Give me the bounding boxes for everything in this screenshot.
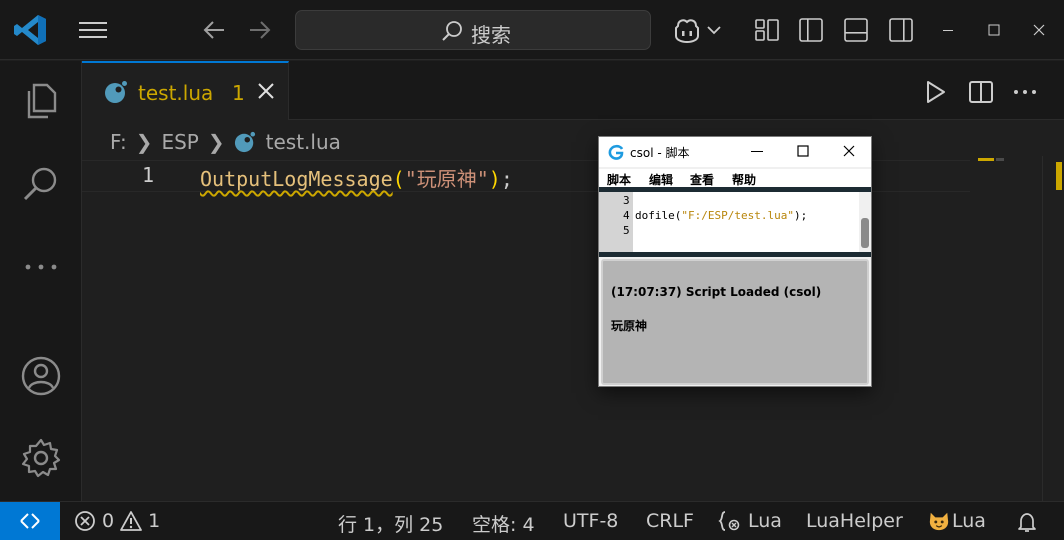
run-icon[interactable] [922,79,948,105]
script-code-suffix: ); [793,209,808,222]
end-of-line[interactable]: CRLF [646,510,694,532]
script-window-menubar: 脚本 编辑 查看 帮助 [599,169,871,187]
script-editor[interactable]: 3 4 5 dofile("F:/ESP/test.lua"); [599,192,871,252]
tab-problem-count: 1 [232,81,245,105]
braces-icon [718,511,740,531]
toggle-panel-icon[interactable] [843,17,869,43]
chevron-right-icon: ❯ [207,130,225,154]
cat-face-icon [929,512,949,531]
script-line-number: 3 [623,194,630,207]
menu-script[interactable]: 脚本 [607,171,631,188]
script-code-prefix: dofile( [635,209,682,222]
script-code-string: "F:/ESP/test.lua" [681,209,794,222]
encoding[interactable]: UTF-8 [563,510,618,532]
remote-icon [20,513,40,529]
title-bar: 搜索 [0,0,1064,60]
editor-scrollbar[interactable] [1042,156,1064,501]
error-icon [75,511,95,531]
close-window-icon[interactable] [1029,20,1049,40]
back-arrow-icon[interactable] [200,16,228,44]
menu-view[interactable]: 查看 [690,171,714,188]
language-mode[interactable]: Lua [718,510,782,532]
maximize-icon[interactable] [984,20,1004,40]
script-line-number: 5 [623,224,630,237]
scrollbar-thumb[interactable] [861,218,869,248]
search-icon [442,21,462,41]
warning-icon [120,511,142,531]
output-line: (17:07:37) Script Loaded (csol) [611,285,822,299]
split-editor-icon[interactable] [968,79,994,105]
close-icon[interactable] [841,143,857,159]
script-window-title: csol - 脚本 [630,146,690,160]
lua-file-icon [105,81,127,103]
breadcrumb-drive[interactable]: F: [110,130,127,154]
code-function: OutputLogMessage [200,167,393,191]
problems-indicator[interactable]: 0 1 [74,510,160,532]
search-placeholder: 搜索 [471,23,511,47]
status-bar: 0 1 行 1，列 25 空格: 4 UTF-8 CRLF Lua LuaHel… [0,501,1064,540]
chevron-right-icon: ❯ [135,130,153,154]
close-icon[interactable] [256,81,276,101]
tab-label: test.lua [138,81,214,105]
script-scrollbar[interactable] [859,192,871,252]
remote-indicator[interactable] [0,502,60,540]
luahelper-status[interactable]: LuaHelper [806,510,903,532]
minimap-warning-mark [978,158,994,161]
toggle-primary-sidebar-icon[interactable] [798,17,824,43]
divider [599,252,871,257]
customize-layout-icon[interactable] [754,17,780,43]
editor-tab-bar: test.lua 1 [82,61,1064,120]
forward-arrow-icon[interactable] [246,16,274,44]
toggle-secondary-sidebar-icon[interactable] [888,17,914,43]
minimize-icon[interactable] [938,20,958,40]
script-gutter: 3 4 5 [599,192,633,252]
minimize-icon[interactable] [749,143,765,159]
cursor-position[interactable]: 行 1，列 25 [338,510,443,537]
code-paren-close: ) [488,167,501,191]
code-paren-open: ( [392,167,405,191]
lua-extension-status[interactable]: Lua [928,510,986,532]
csol-script-window[interactable]: csol - 脚本 脚本 编辑 查看 帮助 3 4 5 dofile("F:/E… [598,136,872,387]
hamburger-menu-icon[interactable] [78,18,108,42]
explorer-icon[interactable] [20,79,62,121]
chevron-down-icon[interactable] [706,22,722,38]
breadcrumb: F: ❯ ESP ❯ test.lua [110,128,341,156]
scrollbar-warning-mark [1056,162,1062,190]
language-label: Lua [748,510,782,532]
lua-extension-label: Lua [952,510,986,532]
line-number: 1 [142,163,155,187]
copilot-icon[interactable] [672,16,702,44]
gear-icon[interactable] [20,437,62,479]
activity-bar [0,61,82,501]
error-count: 0 [102,510,115,532]
breadcrumb-file[interactable]: test.lua [266,130,341,154]
script-line-number: 4 [623,209,630,222]
command-center-search[interactable]: 搜索 [295,10,651,50]
script-window-titlebar[interactable]: csol - 脚本 [599,137,871,167]
breadcrumb-folder[interactable]: ESP [161,130,198,154]
output-line: 玩原神 [611,319,648,333]
code-string: "玩原神" [404,167,489,191]
code-semicolon: ; [500,167,513,191]
menu-edit[interactable]: 编辑 [649,171,673,188]
more-dots-icon[interactable] [20,246,62,288]
vscode-logo-icon [14,15,46,45]
more-actions-icon[interactable] [1012,79,1038,105]
logitech-g-icon [608,144,624,160]
menu-help[interactable]: 帮助 [732,171,756,188]
tab-test-lua[interactable]: test.lua 1 [82,61,289,120]
code-line[interactable]: OutputLogMessage("玩原神"); [200,163,513,192]
lua-file-icon [234,131,255,153]
account-icon[interactable] [20,355,62,397]
search-icon[interactable] [20,163,62,205]
script-output-panel[interactable]: (17:07:37) Script Loaded (csol) 玩原神 [601,259,869,385]
minimap-line [996,158,1004,161]
warning-count: 1 [148,510,161,532]
maximize-icon[interactable] [795,143,811,159]
indentation[interactable]: 空格: 4 [472,510,535,537]
script-code-line[interactable]: dofile("F:/ESP/test.lua"); [635,209,807,222]
bell-icon[interactable] [1016,511,1038,533]
